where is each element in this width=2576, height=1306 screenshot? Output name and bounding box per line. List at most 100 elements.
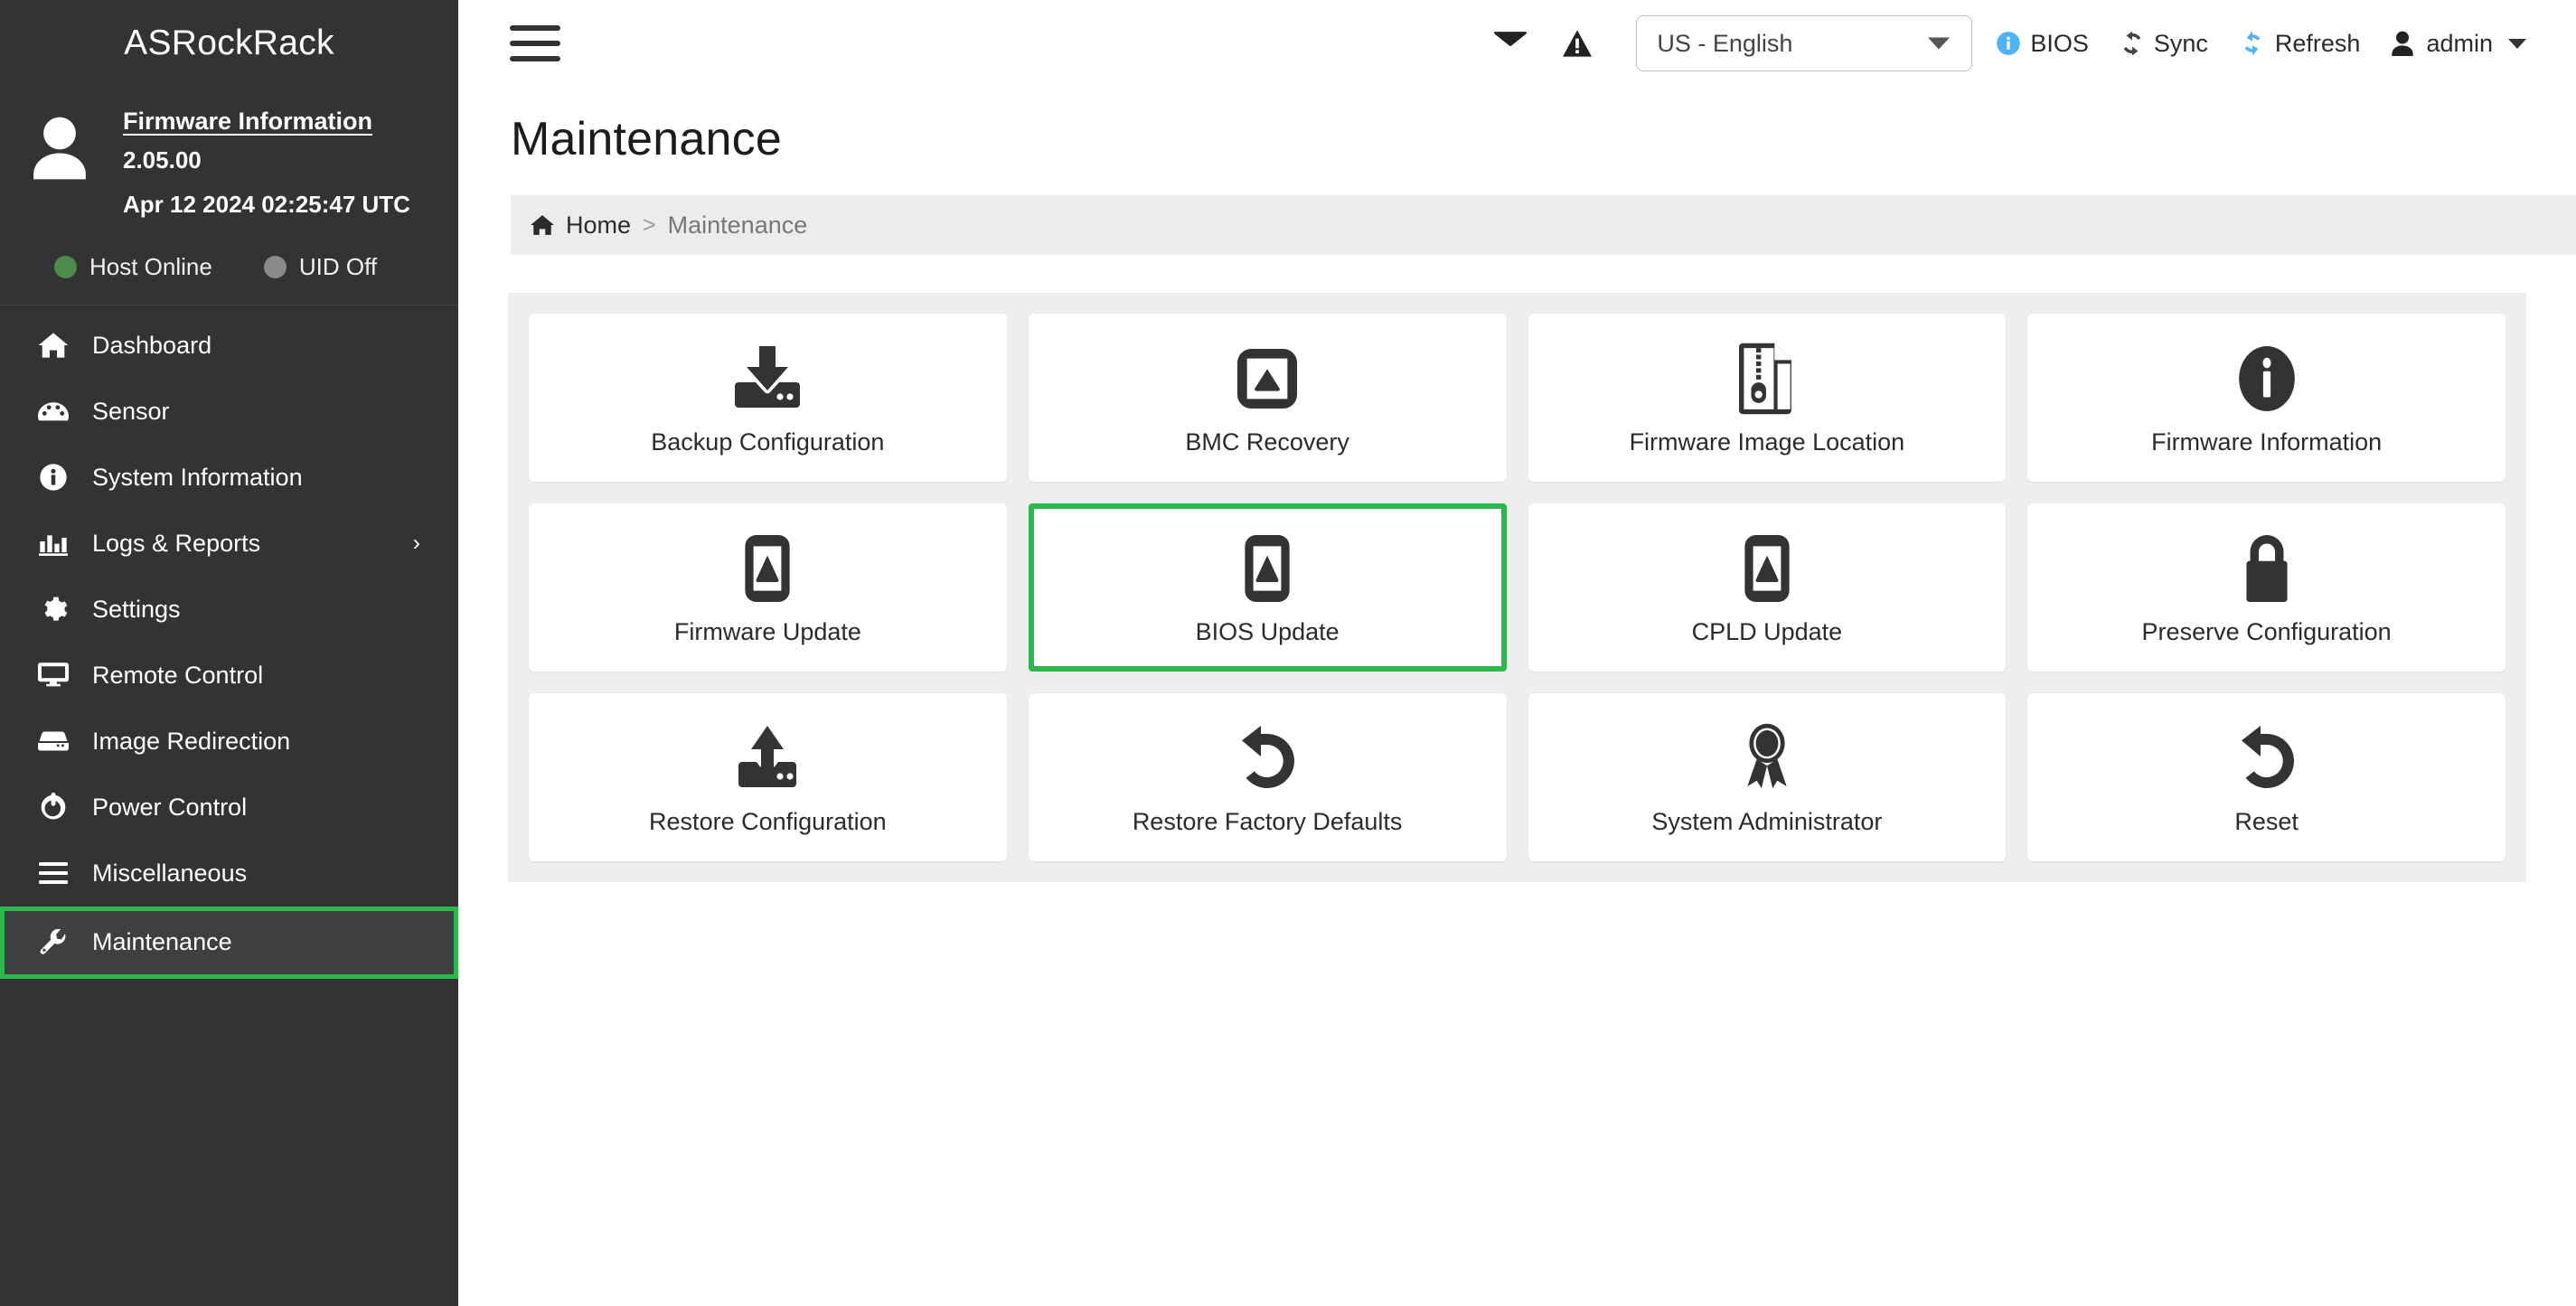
- tile-reset[interactable]: Reset: [2027, 693, 2505, 861]
- tile-firmware-information[interactable]: Firmware Information: [2027, 314, 2505, 482]
- refresh-button[interactable]: Refresh: [2239, 29, 2361, 58]
- maintenance-tiles-grid: Backup Configuration BMC Recovery Firmwa…: [529, 314, 2505, 861]
- tile-restore-factory-defaults[interactable]: Restore Factory Defaults: [1028, 693, 1507, 861]
- firmware-version: 2.05.00: [123, 146, 202, 174]
- info-circle-icon: [38, 462, 69, 493]
- list-icon: [38, 858, 69, 888]
- sync-icon: [2123, 31, 2141, 56]
- tile-label: BIOS Update: [1195, 617, 1340, 645]
- user-menu[interactable]: admin: [2391, 30, 2526, 58]
- tile-label: BMC Recovery: [1185, 428, 1349, 456]
- sidebar-item-image-redirection[interactable]: Image Redirection: [0, 709, 458, 775]
- tile-label: Firmware Information: [2151, 428, 2383, 456]
- tile-label: Preserve Configuration: [2141, 617, 2392, 645]
- tile-label: Backup Configuration: [651, 428, 885, 456]
- sidebar-item-label: System Information: [92, 463, 303, 491]
- undo-icon: [1236, 719, 1299, 797]
- sidebar-item-label: Settings: [92, 595, 181, 623]
- breadcrumb-current: Maintenance: [667, 211, 808, 239]
- bar-chart-icon: [38, 528, 69, 559]
- info-circle-icon: [1997, 32, 2021, 55]
- download-tray-icon: [731, 340, 804, 418]
- user-avatar-icon: [33, 117, 86, 180]
- tile-label: Firmware Update: [673, 617, 861, 645]
- tile-firmware-update[interactable]: Firmware Update: [529, 503, 1007, 672]
- warning-triangle-icon[interactable]: [1544, 16, 1611, 70]
- status-uid: UID Off: [263, 252, 378, 281]
- sidebar-item-remote-control[interactable]: Remote Control: [0, 643, 458, 709]
- page-title: Maintenance: [511, 113, 782, 165]
- status-host: Host Online: [54, 253, 212, 281]
- user-icon: [2392, 31, 2414, 56]
- undo-icon: [2235, 719, 2299, 797]
- sidebar-item-sensor[interactable]: Sensor: [0, 379, 458, 445]
- award-ribbon-icon: [1739, 719, 1795, 797]
- tile-backup-configuration[interactable]: Backup Configuration: [529, 314, 1007, 482]
- drive-icon: [38, 726, 69, 756]
- hamburger-icon[interactable]: [510, 25, 560, 61]
- language-select[interactable]: US - English: [1636, 15, 1973, 71]
- chevron-down-icon: [2508, 38, 2526, 49]
- user-label: admin: [2426, 29, 2493, 57]
- status-dot-green-icon: [54, 255, 77, 278]
- sidebar-item-logs-reports[interactable]: Logs & Reports ›: [0, 511, 458, 577]
- tile-restore-configuration[interactable]: Restore Configuration: [529, 693, 1007, 861]
- sidebar-item-system-information[interactable]: System Information: [0, 445, 458, 511]
- tile-label: Firmware Image Location: [1629, 428, 1905, 456]
- bios-button[interactable]: BIOS: [1996, 30, 2089, 58]
- tile-label: System Administrator: [1651, 807, 1883, 835]
- tile-bios-update[interactable]: BIOS Update: [1028, 503, 1507, 672]
- sidebar-item-label: Dashboard: [92, 331, 212, 359]
- status-row: Host Online UID Off: [0, 230, 458, 305]
- maintenance-tiles-panel: Backup Configuration BMC Recovery Firmwa…: [508, 293, 2526, 882]
- breadcrumb-home[interactable]: Home: [531, 211, 631, 240]
- sync-label: Sync: [2153, 29, 2208, 57]
- sidebar-item-miscellaneous[interactable]: Miscellaneous: [0, 841, 458, 907]
- sidebar-item-label: Sensor: [92, 397, 170, 425]
- tile-label: Reset: [2234, 807, 2299, 835]
- refresh-label: Refresh: [2274, 29, 2361, 57]
- avatar: [20, 101, 103, 221]
- hamburger-bar: [510, 41, 560, 46]
- envelope-icon[interactable]: [1477, 16, 1544, 70]
- tile-preserve-configuration[interactable]: Preserve Configuration: [2027, 503, 2505, 672]
- sidebar-nav: Dashboard Sensor System Information Logs…: [0, 305, 458, 979]
- tile-system-administrator[interactable]: System Administrator: [1528, 693, 2007, 861]
- gear-icon: [38, 594, 69, 625]
- sidebar-item-dashboard[interactable]: Dashboard: [0, 313, 458, 379]
- tile-label: Restore Factory Defaults: [1132, 807, 1403, 835]
- upload-tray-icon: [731, 719, 804, 797]
- brand-title: ASRockRack: [124, 23, 334, 62]
- breadcrumb-separator: >: [643, 211, 656, 238]
- file-archive-icon: [1738, 340, 1795, 418]
- breadcrumb: Home > Maintenance: [511, 195, 2576, 255]
- refresh-icon: [2244, 31, 2261, 56]
- main-content: US - English BIOS Sync Refresh admin Mai…: [458, 0, 2576, 1306]
- info-filled-icon: [2237, 340, 2297, 418]
- tile-label: CPLD Update: [1691, 617, 1843, 645]
- sidebar-item-label: Image Redirection: [92, 727, 291, 755]
- application-root: ASRockRack Firmware Information 2.05.00 …: [0, 0, 2576, 1306]
- update-square-icon: [1236, 340, 1299, 418]
- update-device-icon: [1243, 530, 1292, 607]
- host-status-label: Host Online: [89, 252, 212, 280]
- lock-icon: [2239, 530, 2295, 607]
- chevron-down-icon: [1928, 37, 1951, 50]
- hamburger-bar: [510, 25, 560, 31]
- tile-cpld-update[interactable]: CPLD Update: [1528, 503, 2007, 672]
- sidebar-item-maintenance[interactable]: Maintenance: [0, 906, 458, 979]
- tile-bmc-recovery[interactable]: BMC Recovery: [1028, 314, 1507, 482]
- sidebar-item-settings[interactable]: Settings: [0, 577, 458, 643]
- monitor-icon: [38, 660, 69, 691]
- uid-status-label: UID Off: [298, 252, 378, 280]
- firmware-info-block: Firmware Information 2.05.00 Apr 12 2024…: [0, 87, 458, 230]
- sidebar-item-power-control[interactable]: Power Control: [0, 775, 458, 841]
- sidebar: ASRockRack Firmware Information 2.05.00 …: [0, 0, 458, 1306]
- wrench-icon: [38, 927, 69, 958]
- firmware-information-link[interactable]: Firmware Information: [123, 105, 410, 137]
- tile-firmware-image-location[interactable]: Firmware Image Location: [1528, 314, 2007, 482]
- language-value: US - English: [1657, 29, 1793, 57]
- status-dot-gray-icon: [263, 255, 287, 278]
- home-icon: [38, 330, 69, 361]
- sync-button[interactable]: Sync: [2120, 30, 2208, 58]
